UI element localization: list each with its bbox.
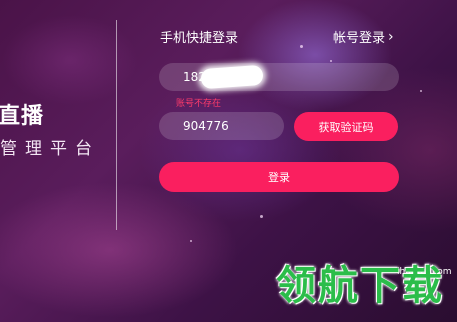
vertical-divider — [116, 20, 117, 230]
watermark-logo: 领航下载 — [276, 263, 444, 309]
background-light-dot — [330, 60, 332, 62]
phone-error-message: 账号不存在 — [176, 99, 222, 109]
phone-input[interactable]: 1828 — [159, 63, 399, 91]
background-light-dot — [300, 45, 303, 48]
tab-account-label: 帐号登录 — [333, 31, 386, 46]
tab-phone-quick-login[interactable]: 手机快捷登录 — [160, 27, 238, 46]
tab-account-login[interactable]: 帐号登录 › — [333, 27, 394, 47]
brand-subtitle: 管理平台 — [0, 139, 100, 159]
brand-title: 直播 — [0, 104, 45, 129]
login-button[interactable]: 登录 — [159, 162, 399, 192]
get-code-button[interactable]: 获取验证码 — [294, 112, 398, 141]
background-light-dot — [260, 215, 263, 218]
background-light-dot — [420, 90, 422, 92]
chevron-right-icon: › — [388, 28, 394, 45]
verification-code-input[interactable]: 904776 — [159, 112, 284, 140]
background-light-dot — [190, 240, 192, 242]
verification-code-value: 904776 — [183, 119, 229, 133]
